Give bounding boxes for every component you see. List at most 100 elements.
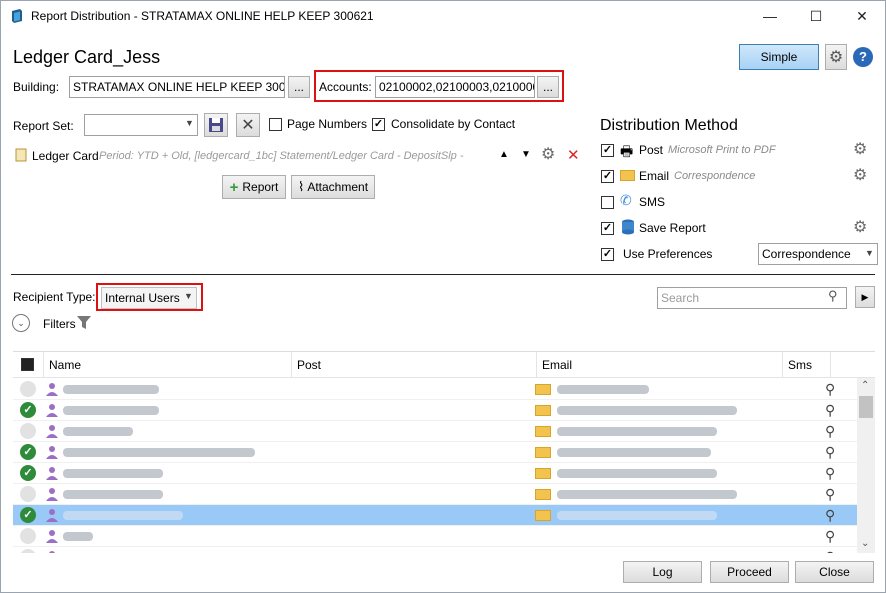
email-envelope-icon bbox=[535, 468, 551, 479]
table-row[interactable]: ⚲ bbox=[13, 421, 857, 442]
save-report-checkbox[interactable]: ✓ bbox=[601, 222, 614, 235]
view-details-icon[interactable]: ⚲ bbox=[825, 486, 835, 503]
table-row[interactable]: ⚲ bbox=[13, 379, 857, 400]
report-doc-icon bbox=[15, 148, 27, 162]
preferences-select[interactable]: Correspondence bbox=[758, 243, 878, 265]
status-ok-icon[interactable]: ✓ bbox=[20, 465, 36, 481]
building-browse-button[interactable]: ... bbox=[288, 76, 310, 98]
view-details-icon[interactable]: ⚲ bbox=[825, 402, 835, 419]
move-down-icon[interactable]: ▼ bbox=[521, 149, 531, 160]
table-row[interactable]: ⚲ bbox=[13, 484, 857, 505]
simple-button[interactable]: Simple bbox=[739, 44, 819, 70]
add-attachment-label: Attachment bbox=[307, 180, 369, 194]
database-icon bbox=[622, 219, 634, 235]
view-details-icon[interactable]: ⚲ bbox=[825, 381, 835, 398]
minimize-button[interactable]: — bbox=[747, 1, 793, 31]
status-ok-icon[interactable]: ✓ bbox=[20, 402, 36, 418]
title-bar: Report Distribution - STRATAMAX ONLINE H… bbox=[1, 1, 885, 31]
status-none-icon[interactable] bbox=[20, 549, 36, 553]
status-ok-icon[interactable]: ✓ bbox=[20, 444, 36, 460]
filters-toggle-icon[interactable]: ⌄ bbox=[12, 314, 30, 332]
email-envelope-icon bbox=[535, 447, 551, 458]
post-gear-icon[interactable]: ⚙ bbox=[853, 142, 867, 158]
select-all-checkbox[interactable] bbox=[21, 358, 34, 371]
proceed-button[interactable]: Proceed bbox=[710, 561, 789, 583]
accounts-field[interactable]: 02100002,02100003,02100004,0 bbox=[375, 76, 535, 98]
email-label: Email bbox=[639, 169, 670, 183]
column-name[interactable]: Name bbox=[44, 352, 292, 378]
report-settings-gear-icon[interactable]: ⚙ bbox=[541, 147, 555, 163]
report-set-select[interactable] bbox=[84, 114, 198, 136]
close-button[interactable]: Close bbox=[795, 561, 874, 583]
status-ok-icon[interactable]: ✓ bbox=[20, 507, 36, 523]
maximize-button[interactable]: ☐ bbox=[793, 1, 839, 31]
filters-label[interactable]: Filters bbox=[43, 317, 76, 331]
log-button[interactable]: Log bbox=[623, 561, 702, 583]
add-report-label: Report bbox=[242, 180, 279, 194]
status-none-icon[interactable] bbox=[20, 528, 36, 544]
building-field[interactable]: STRATAMAX ONLINE HELP KEEP 300621 bbox=[69, 76, 285, 98]
view-details-icon[interactable]: ⚲ bbox=[825, 549, 835, 553]
table-row[interactable]: ✓ ⚲ bbox=[13, 463, 857, 484]
search-icon: ⚲ bbox=[828, 288, 838, 303]
status-none-icon[interactable] bbox=[20, 423, 36, 439]
post-label: Post bbox=[639, 143, 664, 157]
table-row[interactable]: ✓ ⚲ bbox=[13, 505, 857, 526]
redacted-name bbox=[63, 532, 93, 541]
user-icon bbox=[45, 529, 59, 543]
add-report-button[interactable]: + Report bbox=[222, 175, 286, 199]
chevron-down-icon: ▼ bbox=[185, 118, 194, 128]
email-gear-icon[interactable]: ⚙ bbox=[853, 168, 867, 184]
funnel-icon[interactable] bbox=[77, 315, 91, 331]
app-icon bbox=[12, 9, 22, 23]
remove-report-icon[interactable]: ✕ bbox=[567, 146, 580, 164]
column-email[interactable]: Email bbox=[537, 352, 783, 378]
save-report-label: Save Report bbox=[639, 221, 706, 235]
table-row[interactable]: ⚲ bbox=[13, 547, 857, 553]
search-input[interactable]: Search bbox=[657, 287, 847, 309]
table-row[interactable]: ✓ ⚲ bbox=[13, 400, 857, 421]
view-details-icon[interactable]: ⚲ bbox=[825, 444, 835, 461]
sms-checkbox[interactable] bbox=[601, 196, 614, 209]
consolidate-checkbox[interactable]: ✓ bbox=[372, 118, 385, 131]
view-details-icon[interactable]: ⚲ bbox=[825, 423, 835, 440]
recipients-grid: Name Post Email Sms ⚲✓⚲⚲✓⚲✓⚲⚲✓⚲⚲⚲ ⌃ ⌄ bbox=[13, 351, 875, 553]
email-checkbox[interactable]: ✓ bbox=[601, 170, 614, 183]
view-details-icon[interactable]: ⚲ bbox=[825, 465, 835, 482]
close-window-button[interactable]: ✕ bbox=[839, 1, 885, 31]
scroll-down-icon[interactable]: ⌄ bbox=[861, 538, 869, 549]
table-row[interactable]: ⚲ bbox=[13, 526, 857, 547]
post-checkbox[interactable]: ✓ bbox=[601, 144, 614, 157]
table-row[interactable]: ✓ ⚲ bbox=[13, 442, 857, 463]
scroll-up-icon[interactable]: ⌃ bbox=[861, 380, 869, 391]
vertical-scrollbar[interactable]: ⌃ ⌄ bbox=[857, 378, 875, 553]
recipient-type-select[interactable]: Internal Users bbox=[101, 287, 197, 309]
select-all-header[interactable] bbox=[13, 352, 44, 378]
accounts-browse-button[interactable]: ... bbox=[537, 76, 559, 98]
view-details-icon[interactable]: ⚲ bbox=[825, 507, 835, 524]
expand-panel-button[interactable]: ▶ bbox=[855, 286, 875, 308]
view-details-icon[interactable]: ⚲ bbox=[825, 528, 835, 545]
report-set-label: Report Set: bbox=[13, 119, 74, 133]
scroll-thumb[interactable] bbox=[859, 396, 873, 418]
column-sms[interactable]: Sms bbox=[783, 352, 831, 378]
use-preferences-checkbox[interactable]: ✓ bbox=[601, 248, 614, 261]
page-numbers-checkbox[interactable] bbox=[269, 118, 282, 131]
save-report-set-button[interactable] bbox=[204, 113, 228, 137]
add-attachment-button[interactable]: ⌇ Attachment bbox=[291, 175, 375, 199]
status-none-icon[interactable] bbox=[20, 381, 36, 397]
save-report-gear-icon[interactable]: ⚙ bbox=[853, 220, 867, 236]
redacted-email bbox=[557, 427, 717, 436]
report-item-name[interactable]: Ledger Card bbox=[32, 149, 99, 163]
post-detail: Microsoft Print to PDF bbox=[668, 144, 776, 156]
building-label: Building: bbox=[13, 80, 60, 94]
settings-button[interactable]: ⚙ bbox=[825, 44, 847, 70]
delete-report-set-button[interactable]: ✕ bbox=[236, 113, 260, 137]
help-icon[interactable]: ? bbox=[853, 47, 873, 67]
page-title: Ledger Card_Jess bbox=[13, 47, 161, 67]
close-icon: ✕ bbox=[856, 7, 868, 24]
status-none-icon[interactable] bbox=[20, 486, 36, 502]
redacted-email bbox=[557, 490, 737, 499]
column-post[interactable]: Post bbox=[292, 352, 537, 378]
move-up-icon[interactable]: ▲ bbox=[499, 149, 509, 160]
